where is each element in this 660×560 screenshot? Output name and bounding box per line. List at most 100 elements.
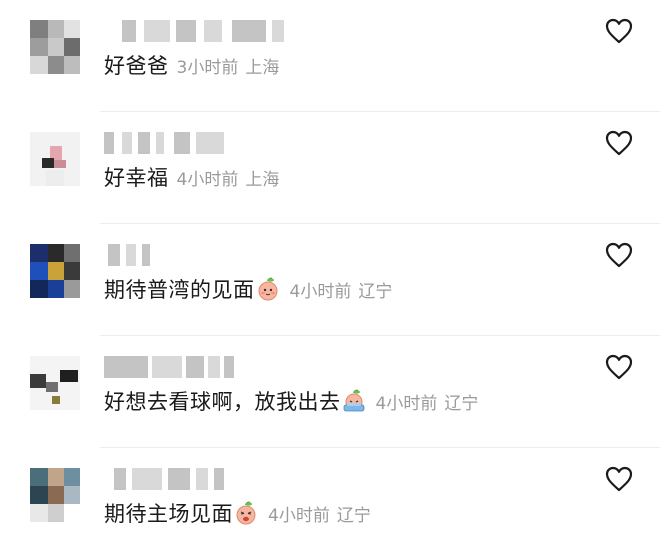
username-mosaic-block — [114, 468, 126, 490]
avatar-mosaic-cell — [30, 504, 48, 522]
avatar-mosaic-cell — [30, 468, 48, 486]
comment-item: 好爸爸 3小时前 上海 — [0, 0, 660, 112]
username-mosaic-block — [142, 244, 150, 266]
avatar-mosaic-cell — [46, 170, 64, 186]
comment-line: 好爸爸 3小时前 上海 — [104, 50, 279, 80]
comment-text: 期待主场见面 — [104, 502, 233, 526]
username-blurred[interactable] — [104, 356, 304, 378]
username-blurred[interactable] — [104, 132, 304, 154]
avatar-mosaic-cell — [30, 262, 48, 280]
avatar-mosaic-cell — [64, 504, 80, 522]
username-mosaic-block — [168, 468, 190, 490]
avatar-mosaic-cell — [48, 56, 64, 74]
peach-crying-emoji-icon — [343, 389, 364, 412]
avatar-mosaic-cell — [64, 244, 80, 262]
username-blurred[interactable] — [104, 468, 304, 490]
avatar-mosaic-cell — [48, 20, 64, 38]
avatar-mosaic-cell — [48, 280, 64, 298]
username-mosaic-block — [196, 468, 208, 490]
avatar-mosaic-cell — [30, 374, 46, 388]
username-mosaic-block — [272, 20, 284, 42]
comment-item: 好想去看球啊，放我出去 4小时前 辽宁 — [0, 336, 660, 448]
heart-icon[interactable] — [605, 466, 633, 492]
avatar-mosaic-cell — [30, 56, 48, 74]
comment-line: 期待主场见面 4小时前 辽宁 — [104, 498, 371, 528]
avatar-mosaic-cell — [30, 20, 48, 38]
username-mosaic-block — [108, 244, 120, 266]
avatar[interactable] — [30, 20, 80, 74]
avatar-mosaic-cell — [48, 504, 64, 522]
username-mosaic-block — [144, 20, 170, 42]
username-mosaic-block — [224, 356, 234, 378]
avatar[interactable] — [30, 356, 80, 410]
comment-line: 好想去看球啊，放我出去 4小时前 辽宁 — [104, 386, 478, 416]
heart-icon[interactable] — [605, 242, 633, 268]
avatar-mosaic-cell — [46, 382, 58, 392]
comment-list: 好爸爸 3小时前 上海 好幸福 4小时前 上海 期待普湾的见面 4小时前 辽宁 … — [0, 0, 660, 549]
avatar[interactable] — [30, 244, 80, 298]
avatar-mosaic-cell — [64, 20, 80, 38]
avatar-mosaic-cell — [60, 370, 78, 382]
peach-blush-emoji-icon — [258, 277, 277, 301]
username-mosaic-block — [126, 244, 136, 266]
comment-text: 好爸爸 — [104, 54, 169, 78]
username-blurred[interactable] — [104, 20, 304, 42]
comment-item: 好幸福 4小时前 上海 — [0, 112, 660, 224]
avatar-mosaic-cell — [64, 468, 80, 486]
avatar-mosaic-cell — [30, 486, 48, 504]
avatar-mosaic-cell — [48, 38, 64, 56]
avatar[interactable] — [30, 132, 80, 186]
username-mosaic-block — [132, 468, 162, 490]
username-mosaic-block — [104, 356, 148, 378]
username-mosaic-block — [104, 132, 114, 154]
avatar-mosaic-cell — [48, 468, 64, 486]
avatar-mosaic-cell — [52, 396, 60, 404]
heart-icon[interactable] — [605, 18, 633, 44]
avatar-mosaic-cell — [30, 38, 48, 56]
username-mosaic-block — [122, 132, 132, 154]
comment-time: 4小时前 — [289, 281, 352, 302]
avatar-mosaic-cell — [64, 280, 80, 298]
avatar[interactable] — [30, 468, 80, 522]
avatar-mosaic-cell — [30, 280, 48, 298]
comment-text: 好想去看球啊，放我出去 — [104, 390, 341, 414]
comment-location: 辽宁 — [444, 393, 479, 414]
username-mosaic-block — [196, 132, 224, 154]
comment-item: 期待主场见面 4小时前 辽宁 — [0, 448, 660, 560]
username-mosaic-block — [186, 356, 204, 378]
comment-location: 上海 — [245, 57, 280, 78]
avatar-mosaic-cell — [64, 262, 80, 280]
avatar-mosaic-cell — [64, 56, 80, 74]
username-mosaic-block — [174, 132, 190, 154]
username-mosaic-block — [214, 468, 224, 490]
comment-item: 期待普湾的见面 4小时前 辽宁 — [0, 224, 660, 336]
peach-angry-emoji-icon — [236, 501, 256, 525]
avatar-mosaic-cell — [64, 38, 80, 56]
comment-location: 上海 — [245, 169, 280, 190]
username-mosaic-block — [122, 20, 136, 42]
comment-line: 好幸福 4小时前 上海 — [104, 162, 279, 192]
avatar-mosaic-cell — [48, 486, 64, 504]
username-mosaic-block — [152, 356, 182, 378]
username-mosaic-block — [204, 20, 222, 42]
avatar-mosaic-cell — [54, 160, 66, 168]
comment-time: 4小时前 — [176, 169, 239, 190]
username-blurred[interactable] — [104, 244, 304, 266]
avatar-mosaic-cell — [30, 244, 48, 262]
comment-location: 辽宁 — [358, 281, 393, 302]
comment-time: 4小时前 — [268, 505, 330, 526]
comment-time: 4小时前 — [375, 393, 438, 414]
comment-text: 期待普湾的见面 — [104, 278, 255, 302]
heart-icon[interactable] — [605, 354, 633, 380]
username-mosaic-block — [176, 20, 196, 42]
avatar-mosaic-cell — [48, 244, 64, 262]
username-mosaic-block — [208, 356, 220, 378]
heart-icon[interactable] — [605, 130, 633, 156]
avatar-mosaic-cell — [48, 262, 64, 280]
username-mosaic-block — [156, 132, 164, 154]
comment-line: 期待普湾的见面 4小时前 辽宁 — [104, 274, 392, 304]
comment-text: 好幸福 — [104, 166, 169, 190]
comment-time: 3小时前 — [176, 57, 239, 78]
avatar-mosaic-cell — [42, 158, 54, 168]
username-mosaic-block — [232, 20, 266, 42]
